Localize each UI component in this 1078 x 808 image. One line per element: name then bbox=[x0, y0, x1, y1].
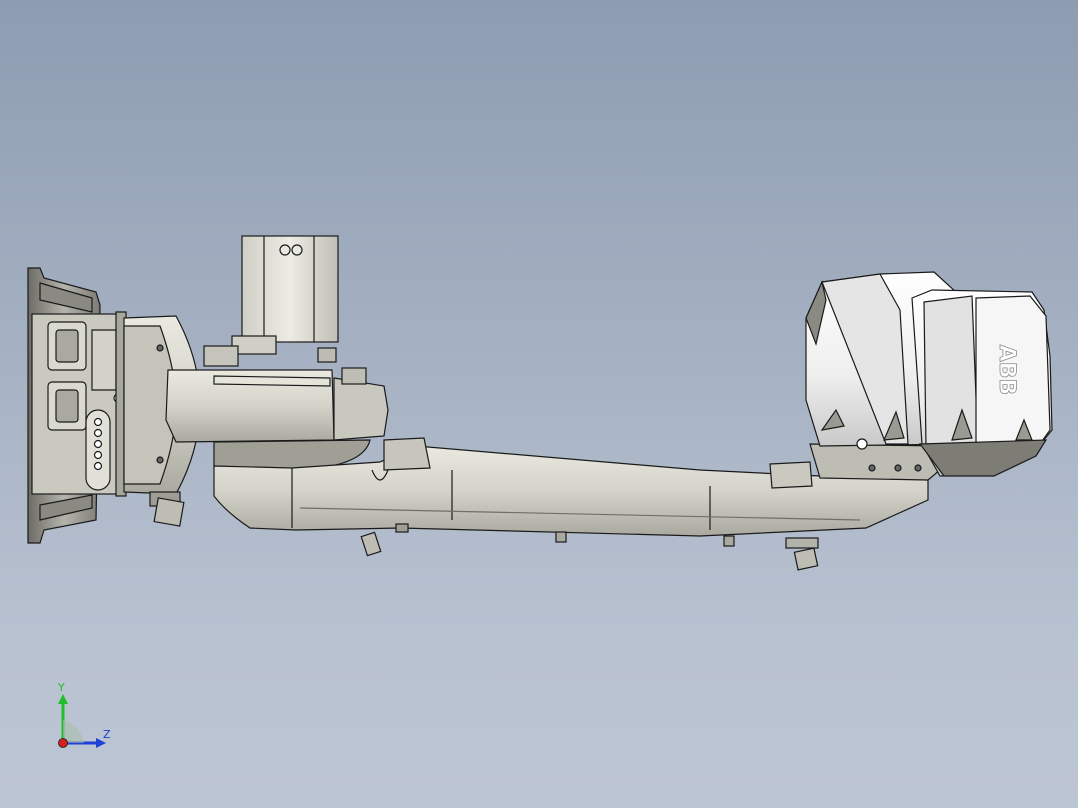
abb-logo: ABB bbox=[994, 345, 1019, 396]
axis-triad: Y Z bbox=[57, 681, 111, 748]
y-axis-label: Y bbox=[57, 681, 65, 694]
axis-2-motor[interactable] bbox=[203, 235, 339, 367]
wrist-cover[interactable]: ABB bbox=[805, 271, 1053, 481]
base-flange[interactable] bbox=[27, 267, 127, 544]
y-axis-arrowhead bbox=[58, 694, 68, 704]
z-axis-label: Z bbox=[103, 728, 111, 741]
cad-viewport[interactable]: ABB Y Z bbox=[0, 0, 1078, 808]
x-axis-dot bbox=[58, 738, 68, 748]
robot-arm-model[interactable]: ABB bbox=[0, 0, 1078, 808]
gearbox-housing[interactable] bbox=[165, 367, 389, 471]
